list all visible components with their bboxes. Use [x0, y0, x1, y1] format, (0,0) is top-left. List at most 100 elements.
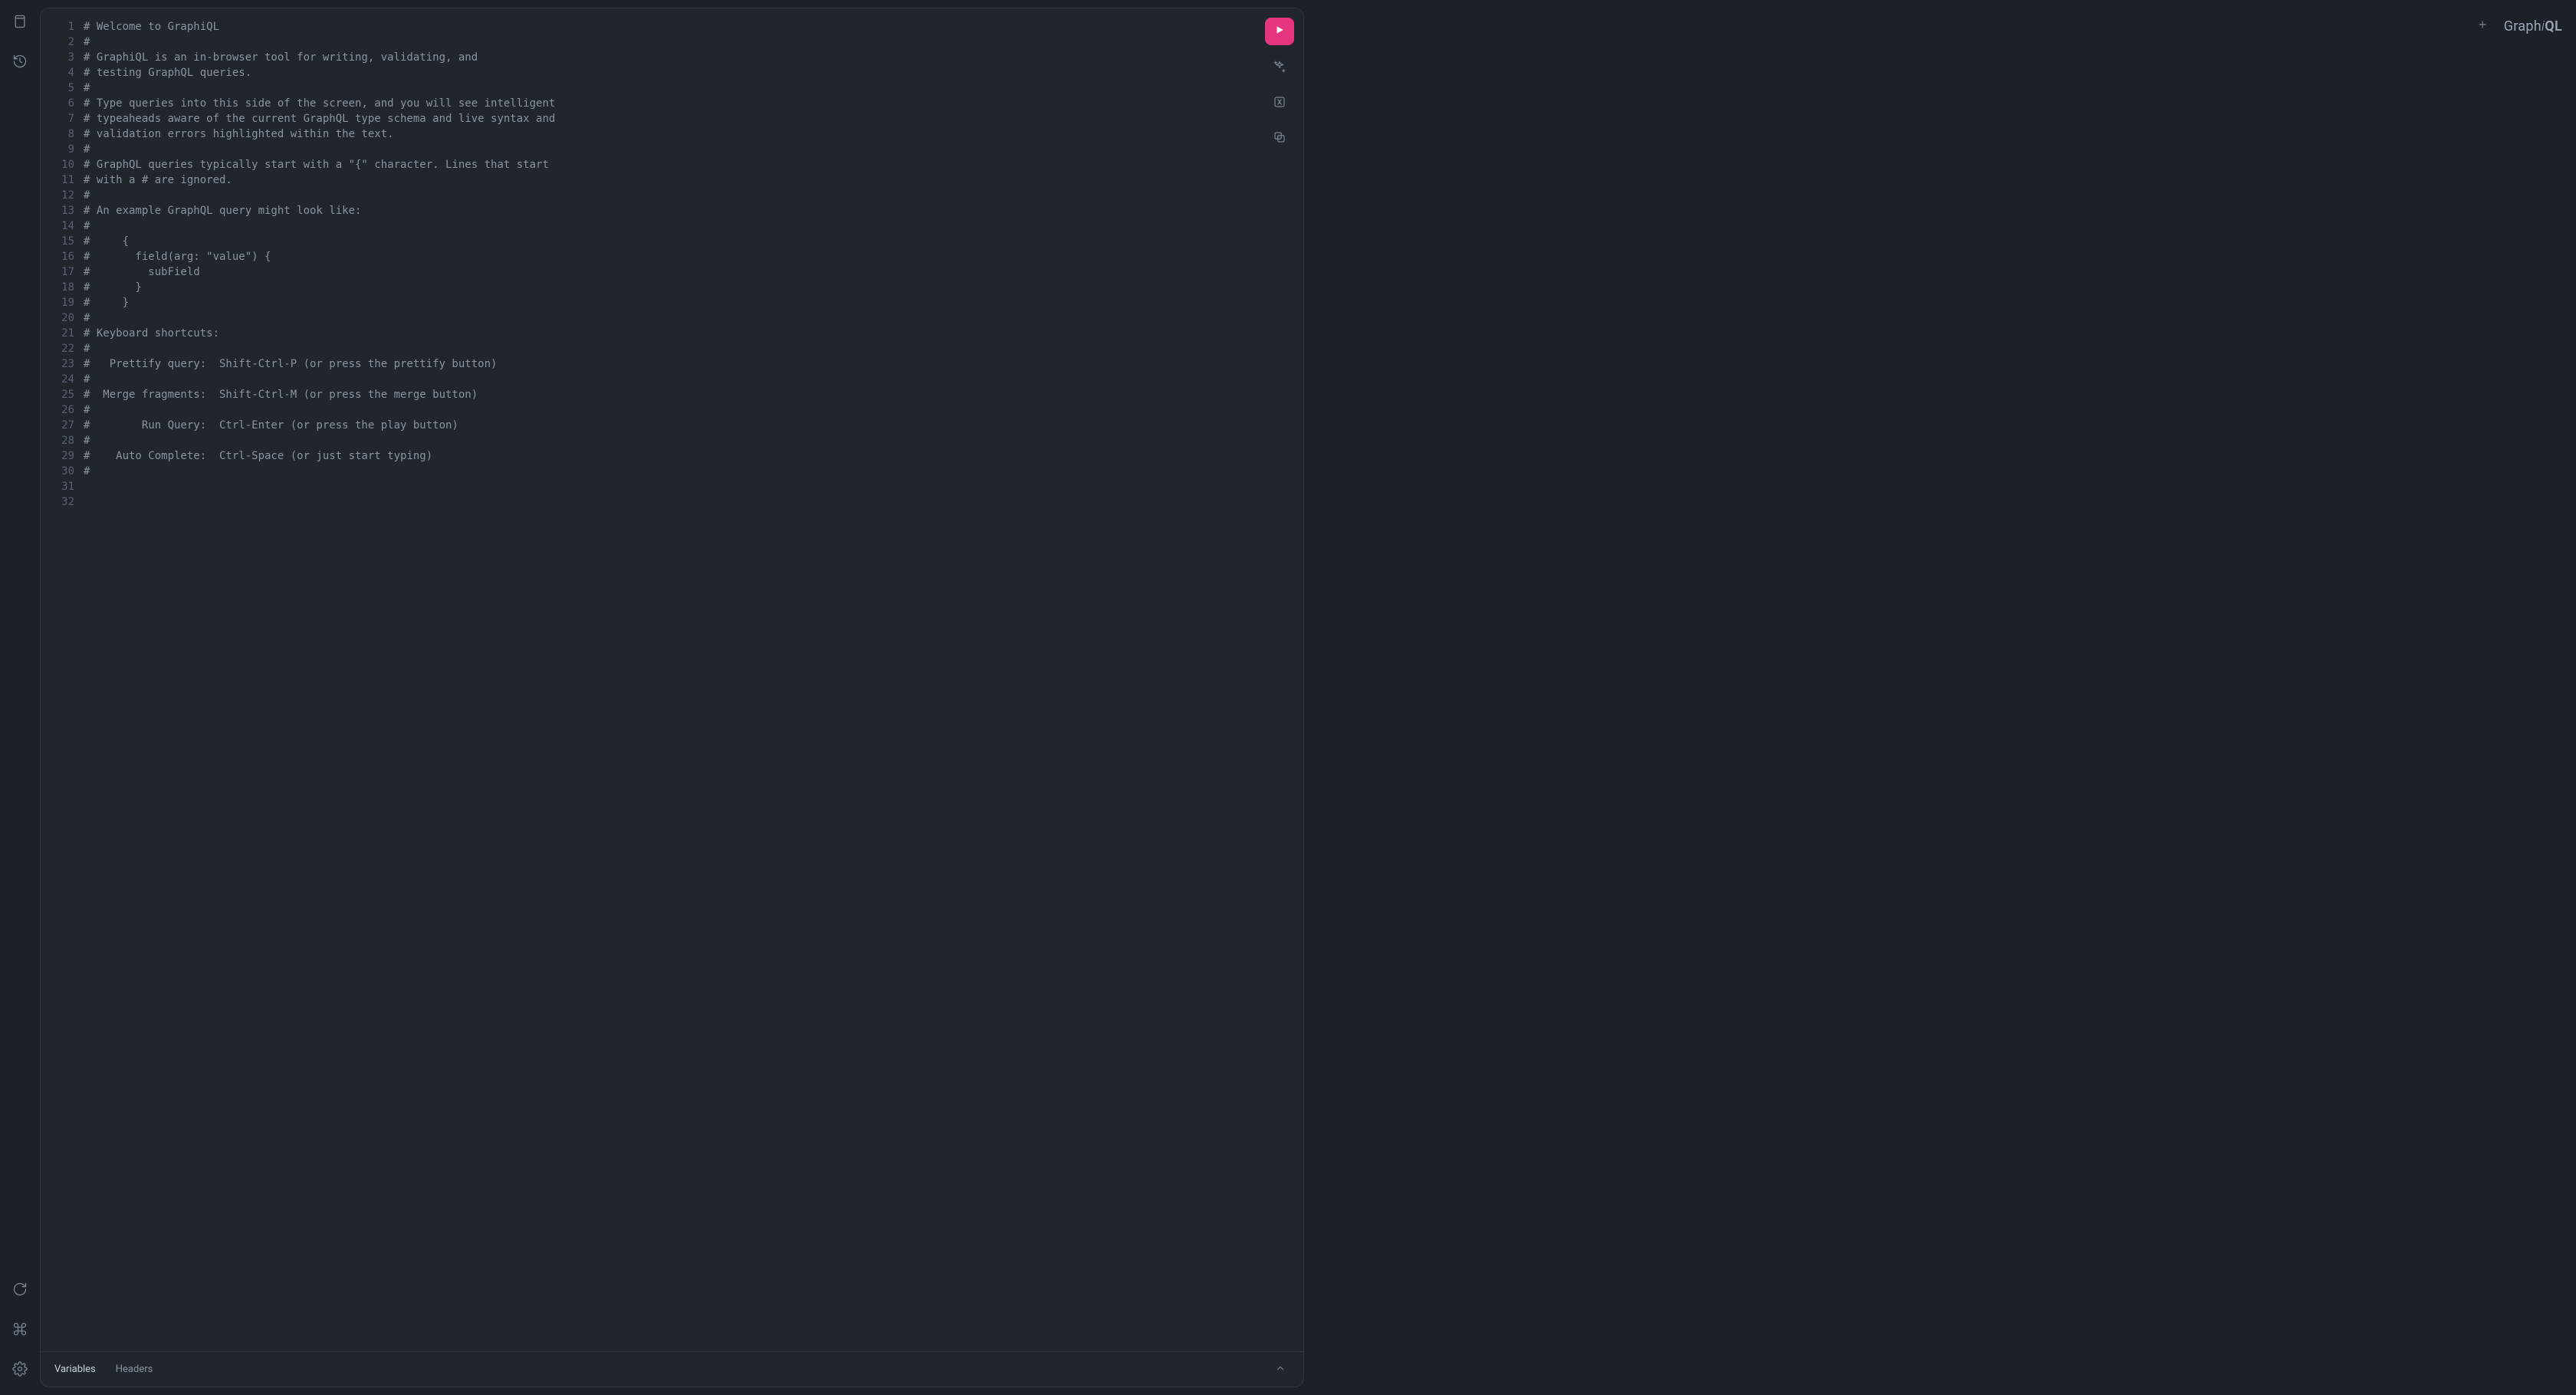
line-number: 20 — [41, 310, 74, 326]
line-number: 3 — [41, 50, 74, 65]
code-line[interactable]: # — [84, 80, 1257, 96]
line-number: 28 — [41, 433, 74, 448]
merge-icon — [1273, 95, 1286, 112]
line-number: 27 — [41, 418, 74, 433]
code-line[interactable]: # — [84, 34, 1257, 50]
code-line[interactable]: # GraphQL queries typically start with a… — [84, 157, 1257, 172]
sidebar — [0, 0, 40, 1395]
headers-tab[interactable]: Headers — [116, 1364, 153, 1375]
execute-query-button[interactable] — [1265, 18, 1294, 45]
code-line[interactable]: # Auto Complete: Ctrl-Space (or just sta… — [84, 448, 1257, 464]
line-number: 18 — [41, 280, 74, 295]
code-line[interactable]: # GraphiQL is an in-browser tool for wri… — [84, 50, 1257, 65]
line-number: 16 — [41, 249, 74, 264]
line-number-gutter: 1234567891011121314151617181920212223242… — [41, 19, 84, 1341]
query-editor-panel: 1234567891011121314151617181920212223242… — [40, 8, 1304, 1387]
code-line[interactable]: # — [84, 188, 1257, 203]
variables-tab[interactable]: Variables — [54, 1364, 96, 1375]
code-line[interactable]: # Type queries into this side of the scr… — [84, 96, 1257, 111]
code-line[interactable]: # subField — [84, 264, 1257, 280]
line-number: 1 — [41, 19, 74, 34]
line-number: 32 — [41, 494, 74, 510]
line-number: 12 — [41, 188, 74, 203]
add-tab-button[interactable] — [2473, 17, 2492, 35]
code-content[interactable]: # Welcome to GraphiQL## GraphiQL is an i… — [84, 19, 1303, 1341]
code-line[interactable]: # — [84, 310, 1257, 326]
code-line[interactable]: # Welcome to GraphiQL — [84, 19, 1257, 34]
chevron-up-icon — [1275, 1363, 1286, 1377]
code-line[interactable]: # — [84, 402, 1257, 418]
code-line[interactable]: # Prettify query: Shift-Ctrl-P (or press… — [84, 356, 1257, 372]
sidebar-top-group — [8, 11, 32, 75]
code-line[interactable]: # typeaheads aware of the current GraphQ… — [84, 111, 1257, 126]
line-number: 25 — [41, 387, 74, 402]
refresh-schema-button[interactable] — [8, 1278, 32, 1303]
code-line[interactable]: # with a # are ignored. — [84, 172, 1257, 188]
graphiql-logo: GraphiQL — [2504, 18, 2562, 34]
line-number: 2 — [41, 34, 74, 50]
line-number: 4 — [41, 65, 74, 80]
editor-footer: Variables Headers — [41, 1351, 1303, 1387]
code-line[interactable]: # — [84, 218, 1257, 234]
code-line[interactable]: # — [84, 372, 1257, 387]
line-number: 23 — [41, 356, 74, 372]
logo-part-ql: QL — [2545, 18, 2562, 34]
toggle-tools-button[interactable] — [1271, 1361, 1290, 1379]
code-line[interactable]: # — [84, 433, 1257, 448]
line-number: 5 — [41, 80, 74, 96]
keyboard-shortcuts-button[interactable] — [8, 1318, 32, 1343]
docs-explorer-button[interactable] — [8, 11, 32, 35]
code-line[interactable]: # } — [84, 280, 1257, 295]
code-line[interactable]: # — [84, 464, 1257, 479]
query-editor[interactable]: 1234567891011121314151617181920212223242… — [41, 8, 1303, 1351]
code-line[interactable]: # field(arg: "value") { — [84, 249, 1257, 264]
line-number: 22 — [41, 341, 74, 356]
play-icon — [1274, 25, 1285, 38]
copy-icon — [1273, 130, 1286, 147]
code-line[interactable] — [84, 479, 1257, 494]
line-number: 21 — [41, 326, 74, 341]
line-number: 13 — [41, 203, 74, 218]
sidebar-bottom-group — [8, 1278, 32, 1395]
code-line[interactable]: # Merge fragments: Shift-Ctrl-M (or pres… — [84, 387, 1257, 402]
editor-toolbar — [1265, 18, 1294, 151]
line-number: 9 — [41, 142, 74, 157]
code-line[interactable]: # validation errors highlighted within t… — [84, 126, 1257, 142]
line-number: 31 — [41, 479, 74, 494]
settings-button[interactable] — [8, 1358, 32, 1383]
main-area: 1234567891011121314151617181920212223242… — [40, 0, 2576, 1395]
logo-part-graph: Graph — [2504, 18, 2542, 34]
line-number: 8 — [41, 126, 74, 142]
copy-query-button[interactable] — [1267, 126, 1292, 151]
line-number: 7 — [41, 111, 74, 126]
app-root: 1234567891011121314151617181920212223242… — [0, 0, 2576, 1395]
code-line[interactable]: # } — [84, 295, 1257, 310]
code-line[interactable]: # — [84, 341, 1257, 356]
command-icon — [12, 1321, 28, 1340]
plus-icon — [2477, 19, 2488, 33]
line-number: 29 — [41, 448, 74, 464]
line-number: 15 — [41, 234, 74, 249]
line-number: 26 — [41, 402, 74, 418]
code-line[interactable] — [84, 494, 1257, 510]
gear-icon — [12, 1361, 28, 1380]
refresh-icon — [12, 1282, 28, 1300]
history-icon — [12, 54, 28, 72]
response-body — [1315, 41, 2562, 1387]
code-line[interactable]: # Run Query: Ctrl-Enter (or press the pl… — [84, 418, 1257, 433]
line-number: 11 — [41, 172, 74, 188]
line-number: 10 — [41, 157, 74, 172]
line-number: 30 — [41, 464, 74, 479]
code-line[interactable]: # { — [84, 234, 1257, 249]
code-line[interactable]: # Keyboard shortcuts: — [84, 326, 1257, 341]
code-line[interactable]: # — [84, 142, 1257, 157]
line-number: 17 — [41, 264, 74, 280]
code-line[interactable]: # testing GraphQL queries. — [84, 65, 1257, 80]
history-button[interactable] — [8, 51, 32, 75]
merge-fragments-button[interactable] — [1267, 91, 1292, 116]
line-number: 24 — [41, 372, 74, 387]
prettify-button[interactable] — [1267, 56, 1292, 80]
prettify-icon — [1273, 60, 1286, 77]
line-number: 19 — [41, 295, 74, 310]
code-line[interactable]: # An example GraphQL query might look li… — [84, 203, 1257, 218]
